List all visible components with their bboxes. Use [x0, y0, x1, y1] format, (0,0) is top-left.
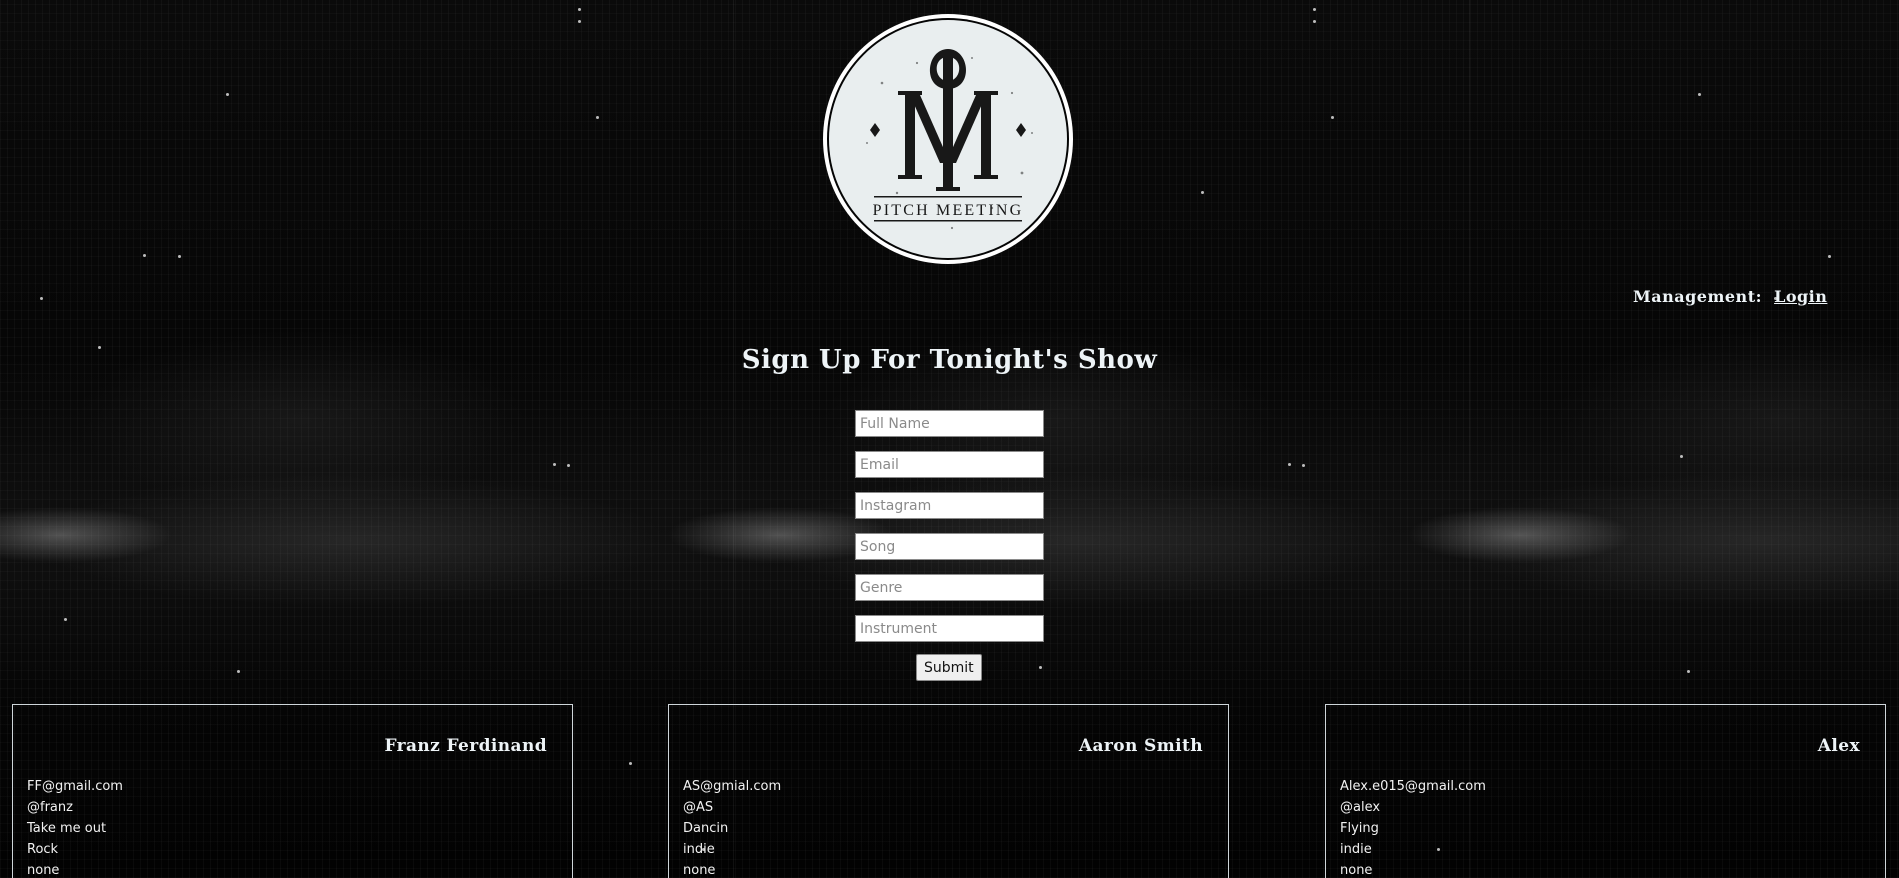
performer-details: Alex.e015@gmail.com @alex Flying indie n…	[1340, 776, 1486, 878]
background-speck	[596, 116, 599, 119]
background-speck	[178, 255, 181, 258]
instagram-input[interactable]	[855, 492, 1044, 519]
email-input[interactable]	[855, 451, 1044, 478]
background-speck	[578, 20, 581, 23]
background-speck	[553, 463, 556, 466]
performer-song: Take me out	[27, 821, 107, 836]
background-speck	[1680, 455, 1683, 458]
background-speck	[226, 93, 229, 96]
management-login: Management: Login	[1633, 287, 1827, 306]
performer-card: Aaron Smith AS@gmial.com @AS Dancin indi…	[668, 704, 1229, 878]
background-speck	[40, 297, 43, 300]
genre-input[interactable]	[855, 574, 1044, 601]
performer-genre: Rock	[27, 842, 59, 857]
performer-card: Franz Ferdinand FF@gmail.com @franz Take…	[12, 704, 573, 878]
performer-instagram: @AS	[683, 800, 714, 815]
page-background: PITCH MEETING Management: Login Sign Up …	[0, 0, 1899, 878]
signup-title: Sign Up For Tonight's Show	[741, 345, 1158, 375]
background-speck	[1828, 255, 1831, 258]
background-speck	[1698, 93, 1701, 96]
background-speck	[1687, 670, 1690, 673]
performer-email: FF@gmail.com	[27, 779, 123, 794]
background-speck	[1313, 20, 1316, 23]
background-speck	[1313, 8, 1316, 11]
pitch-meeting-logo: PITCH MEETING	[823, 14, 1073, 264]
performer-genre: indie	[1340, 842, 1372, 857]
background-speck	[578, 8, 581, 11]
instrument-input[interactable]	[855, 615, 1044, 642]
background-speck	[1302, 464, 1305, 467]
performer-email: Alex.e015@gmail.com	[1340, 779, 1486, 794]
background-speck	[64, 618, 67, 621]
background-speck	[1288, 463, 1291, 466]
performer-instagram: @alex	[1340, 800, 1381, 815]
background-speck	[237, 670, 240, 673]
performer-instrument: none	[27, 863, 60, 878]
background-speck	[1039, 666, 1042, 669]
performer-instagram: @franz	[27, 800, 73, 815]
performer-song: Dancin	[683, 821, 729, 836]
background-speck	[567, 464, 570, 467]
performer-name: Franz Ferdinand	[384, 736, 547, 756]
background-speck	[143, 254, 146, 257]
performer-instrument: none	[1340, 863, 1373, 878]
performer-instrument: none	[683, 863, 716, 878]
performer-name: Alex	[1817, 736, 1860, 756]
management-label: Management:	[1633, 287, 1762, 306]
performer-genre: indie	[683, 842, 715, 857]
submit-button[interactable]: Submit	[916, 654, 982, 681]
song-input[interactable]	[855, 533, 1044, 560]
login-link[interactable]: Login	[1774, 287, 1827, 306]
performer-details: AS@gmial.com @AS Dancin indie none	[683, 776, 781, 878]
performer-card: Alex Alex.e015@gmail.com @alex Flying in…	[1325, 704, 1886, 878]
signup-form	[855, 410, 1045, 656]
full-name-input[interactable]	[855, 410, 1044, 437]
logo-text: PITCH MEETING	[873, 202, 1024, 219]
performer-details: FF@gmail.com @franz Take me out Rock non…	[27, 776, 123, 878]
performer-song: Flying	[1340, 821, 1379, 836]
performer-name: Aaron Smith	[1078, 736, 1203, 756]
background-speck	[629, 762, 632, 765]
background-speck	[1201, 191, 1204, 194]
performer-email: AS@gmial.com	[683, 779, 782, 794]
background-speck	[1331, 116, 1334, 119]
